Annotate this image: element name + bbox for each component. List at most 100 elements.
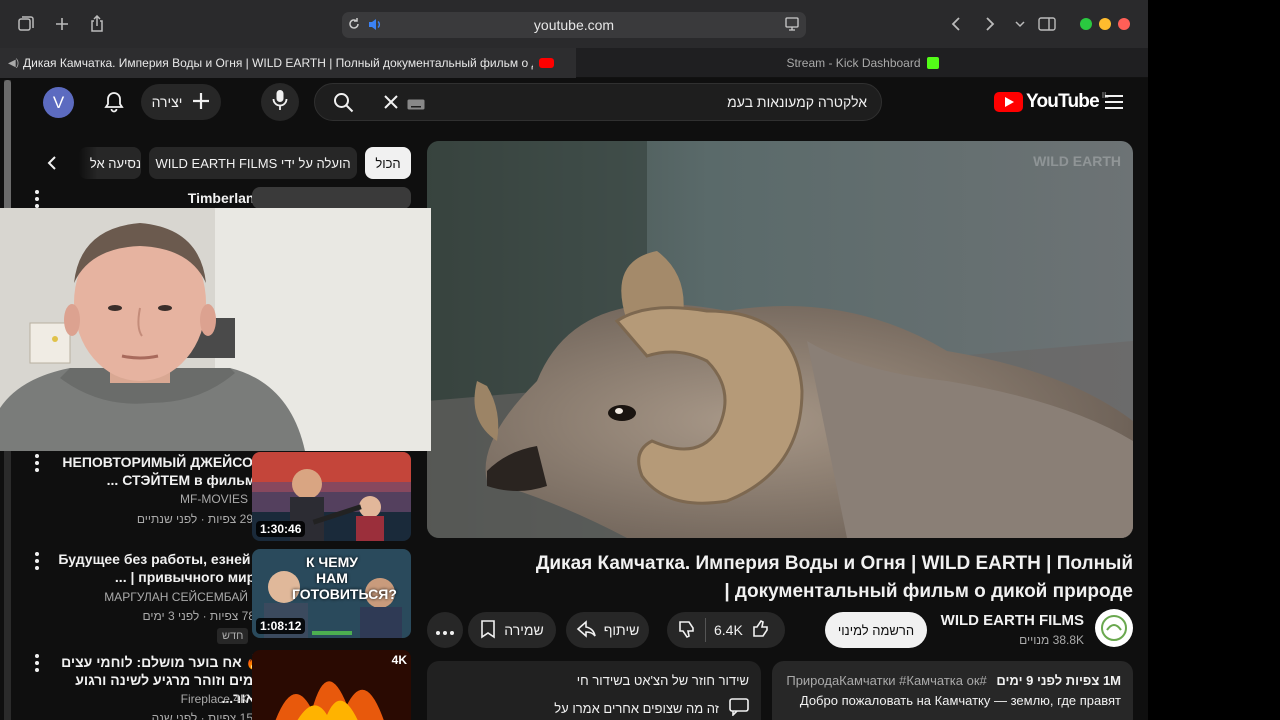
- save-button[interactable]: שמירה: [468, 612, 556, 648]
- youtube-play-icon: [994, 92, 1023, 112]
- more-actions-icon[interactable]: [34, 552, 40, 570]
- keyboard-icon[interactable]: [407, 97, 425, 115]
- address-bar[interactable]: youtube.com: [342, 12, 806, 38]
- channel-logo-icon: [1101, 615, 1127, 641]
- video-frame: [427, 141, 1133, 538]
- rec-meta: 29M צפיות · לפני שנתיים: [136, 512, 263, 526]
- rec-thumbnail[interactable]: К ЧЕМУ НАМ ГОТОВИТЬСЯ? 1:08:12: [252, 549, 411, 638]
- hashtags: #ПриродаКамчатки #Камчатка ок: [786, 673, 987, 688]
- youtube-favicon-icon: [539, 58, 555, 68]
- microphone-icon: [272, 89, 288, 116]
- minimize-window-button[interactable]: [1099, 18, 1111, 30]
- clear-search-icon[interactable]: [383, 94, 399, 115]
- chat-replay-row: זה מה שצופים אחרים אמרו על: [439, 698, 749, 719]
- screen: youtube.com ◀) Дикая Камчатка. Империя В…: [0, 0, 1280, 720]
- youtube-wordmark: YouTube: [1026, 91, 1100, 112]
- browser-toolbar: youtube.com: [0, 0, 1148, 48]
- like-separator: [705, 618, 706, 642]
- more-actions-icon[interactable]: [34, 190, 40, 208]
- channel-name[interactable]: WILD EARTH FILMS: [941, 612, 1084, 629]
- chip-all[interactable]: הכול: [365, 147, 411, 179]
- browser-window: youtube.com ◀) Дикая Камчатка. Империя В…: [0, 0, 1148, 720]
- tab-overview-icon[interactable]: [14, 12, 38, 36]
- share-label: שיתוף: [603, 622, 640, 638]
- tab-youtube[interactable]: ◀) Дикая Камчатка. Империя Воды и Огня |…: [0, 48, 576, 78]
- create-button[interactable]: יצירה: [141, 84, 221, 120]
- guide-menu-icon[interactable]: [1104, 94, 1124, 110]
- thumbnail-text: К ЧЕМУ НАМ ГОТОВИТЬСЯ?: [292, 554, 397, 602]
- more-actions-icon[interactable]: [34, 654, 40, 672]
- video-duration: 1:08:12: [256, 618, 306, 634]
- forward-icon[interactable]: [978, 12, 1002, 36]
- webcam-overlay: [0, 208, 431, 451]
- subscribe-button[interactable]: הרשמה למינוי: [825, 612, 927, 648]
- back-icon[interactable]: [944, 12, 968, 36]
- rec-channel-name: MF-MOVIES: [180, 492, 248, 506]
- more-horizontal-icon: [436, 622, 454, 638]
- youtube-logo[interactable]: YouTube IL: [994, 91, 1109, 113]
- reader-icon[interactable]: [784, 17, 800, 36]
- create-label: יצירה: [151, 94, 183, 110]
- chat-icon: [729, 698, 749, 719]
- new-tab-icon[interactable]: [50, 12, 74, 36]
- chat-replay-subtitle: זה מה שצופים אחרים אמרו על: [554, 701, 719, 716]
- rec-meta: 78K צפיות · לפני 3 ימים: [142, 609, 263, 623]
- rec-channel[interactable]: МАРГУЛАН СЕЙСЕМБАЙ: [104, 590, 263, 604]
- rec-channel[interactable]: Fireplace 4K: [181, 692, 263, 706]
- tab-kick[interactable]: Stream - Kick Dashboard: [577, 48, 1148, 78]
- plus-icon: [192, 92, 210, 113]
- chip-uploaded-by[interactable]: הועלה על ידי WILD EARTH FILMS: [149, 147, 357, 179]
- search-icon[interactable]: [333, 92, 354, 118]
- new-badge: חדש: [217, 628, 249, 644]
- live-chat-replay[interactable]: שידור חוזר של הצ'אט בשידור חי זה מה שצופ…: [427, 661, 761, 720]
- more-actions-button[interactable]: [427, 612, 463, 648]
- speaker-icon[interactable]: ◀): [8, 58, 19, 69]
- rec-title[interactable]: Timberland: [53, 189, 263, 207]
- bookmark-icon: [480, 619, 496, 642]
- voice-search-button[interactable]: [261, 83, 299, 121]
- desktop-background: [1148, 0, 1280, 720]
- chip-partial[interactable]: נסיעה אל: [79, 147, 141, 179]
- search-box[interactable]: אלקטרה קמעונאות בעמ: [314, 83, 882, 121]
- channel-avatar[interactable]: [1095, 609, 1133, 647]
- sidebar-toggle-icon[interactable]: [1035, 12, 1059, 36]
- rec-thumbnail[interactable]: 4K: [252, 650, 411, 720]
- share-button[interactable]: שיתוף: [566, 612, 649, 648]
- notifications-bell-icon[interactable]: [101, 89, 127, 115]
- chips-scroll-left-icon[interactable]: [46, 155, 58, 176]
- tab-title: Stream - Kick Dashboard: [786, 56, 921, 70]
- description-meta: 1M צפיות לפני 9 ימים #ПриродаКамчатки #К…: [784, 673, 1121, 688]
- thumbs-up-icon: [753, 619, 768, 637]
- zoom-window-button[interactable]: [1080, 18, 1092, 30]
- video-duration: 1:30:46: [256, 521, 306, 537]
- more-actions-icon[interactable]: [34, 454, 40, 472]
- account-avatar[interactable]: V: [43, 87, 74, 118]
- video-watermark: WILD EARTH: [1033, 153, 1121, 169]
- video-title: Дикая Камчатка. Империя Воды и Огня | WI…: [535, 553, 1133, 602]
- youtube-masthead: V יצירה אלקטרה קמעונאות בעמ YouTube: [0, 78, 1148, 130]
- webcam-person-image: [0, 208, 431, 451]
- close-window-button[interactable]: [1118, 18, 1130, 30]
- rec-title[interactable]: НЕПОВТОРИМЫЙ ДЖЕЙСОН СТЭЙТЕМ в фильме ..…: [53, 453, 263, 489]
- description-text: Добро пожаловать на Камчатку — землю, гд…: [799, 693, 1121, 708]
- like-count: 6.4K: [714, 622, 743, 638]
- like-button[interactable]: [751, 619, 771, 642]
- chat-replay-title: שידור חוזר של הצ'אט בשידור חי: [576, 673, 749, 688]
- rec-thumbnail[interactable]: [252, 187, 411, 209]
- description-box[interactable]: 1M צפיות לפני 9 ימים #ПриродаКамчатки #К…: [772, 661, 1133, 720]
- chevron-down-icon[interactable]: [1008, 12, 1032, 36]
- share-arrow-icon: [576, 619, 596, 641]
- rec-channel-name: Fireplace 4K: [180, 692, 248, 706]
- kick-favicon-icon: [926, 57, 939, 69]
- save-label: שמירה: [504, 622, 544, 638]
- video-player[interactable]: WILD EARTH: [427, 141, 1133, 538]
- rec-thumbnail[interactable]: 1:30:46: [252, 452, 411, 541]
- rec-channel[interactable]: MF-MOVIES: [180, 492, 263, 506]
- search-input[interactable]: אלקטרה קמעונאות בעמ: [727, 94, 867, 110]
- rec-title[interactable]: Будущее без работы, езней и привычного м…: [53, 550, 263, 586]
- dislike-button[interactable]: [677, 619, 697, 642]
- like-dislike-group: 6.4K: [667, 612, 785, 648]
- share-icon[interactable]: [85, 12, 109, 36]
- rec-channel-name: МАРГУЛАН СЕЙСЕМБАЙ: [104, 590, 248, 604]
- thumbs-down-icon: [679, 620, 694, 638]
